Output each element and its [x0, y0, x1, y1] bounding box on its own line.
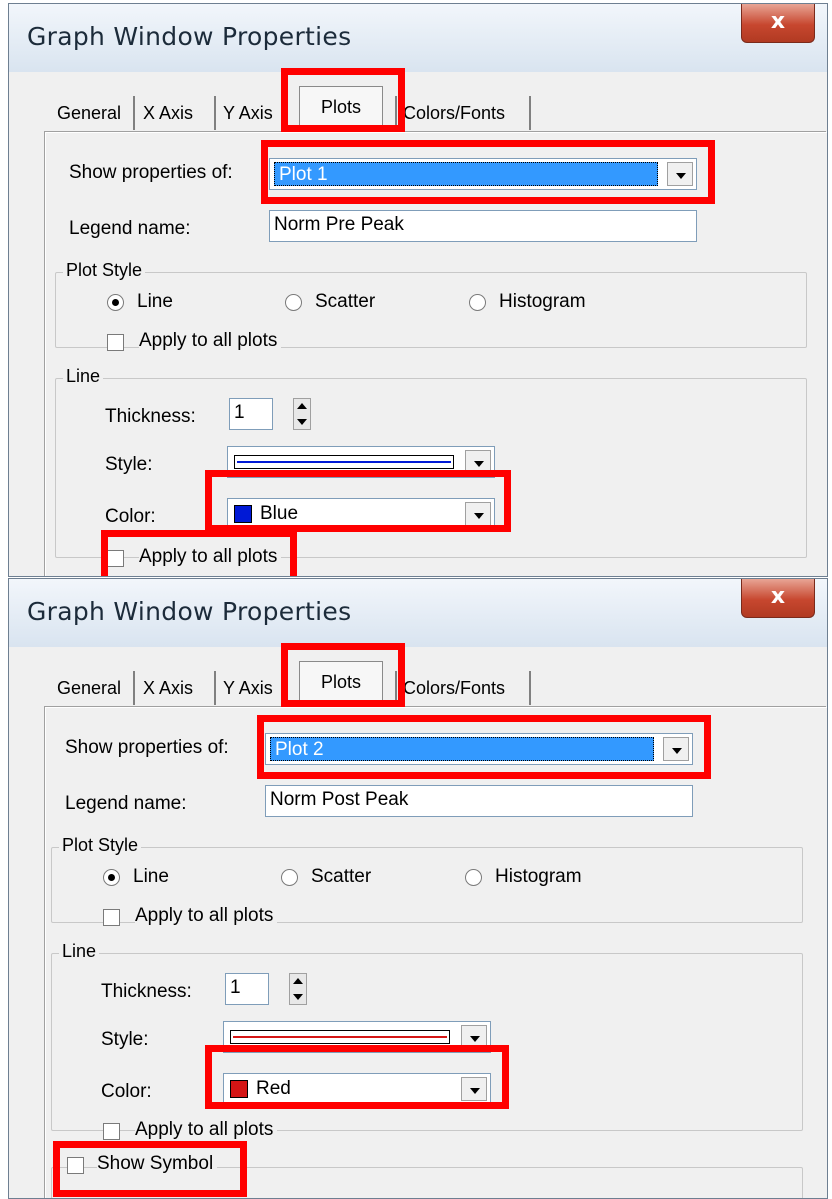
plot-style-group-label: Plot Style: [63, 260, 146, 281]
thickness-label: Thickness:: [101, 981, 192, 1002]
tab-plots[interactable]: Plots: [299, 661, 383, 708]
show-properties-select[interactable]: Plot 1: [269, 158, 697, 190]
window-title: Graph Window Properties: [27, 22, 352, 51]
tab-x-axis[interactable]: X Axis: [139, 671, 197, 705]
color-swatch: [230, 1080, 248, 1098]
show-symbol-checkbox[interactable]: [67, 1157, 84, 1174]
title-bar: Graph Window Properties x: [9, 4, 827, 72]
line-style-select[interactable]: [223, 1021, 491, 1053]
close-icon[interactable]: x: [741, 4, 815, 43]
close-icon[interactable]: x: [741, 579, 815, 618]
style-label: Style:: [105, 454, 153, 475]
apply-all-line-checkbox[interactable]: [103, 1123, 120, 1140]
line-color-select[interactable]: Blue: [227, 498, 495, 530]
color-label: Color:: [105, 506, 156, 527]
show-properties-value: Plot 2: [270, 737, 654, 761]
title-bar: Graph Window Properties x: [9, 579, 827, 647]
chevron-down-icon[interactable]: [663, 737, 689, 761]
legend-name-input[interactable]: Norm Post Peak: [265, 785, 693, 817]
tab-y-axis[interactable]: Y Axis: [219, 671, 277, 705]
chevron-down-icon[interactable]: [465, 450, 491, 474]
tab-divider: [395, 96, 397, 130]
radio-histogram-label: Histogram: [495, 866, 582, 887]
legend-name-label: Legend name:: [65, 793, 187, 814]
tab-colors-fonts[interactable]: Colors/Fonts: [399, 671, 509, 705]
radio-line[interactable]: [107, 294, 124, 311]
tab-general[interactable]: General: [53, 671, 125, 705]
apply-all-plot-style-checkbox[interactable]: [107, 334, 124, 351]
chevron-down-icon[interactable]: [667, 162, 693, 186]
line-color-select[interactable]: Red: [223, 1073, 491, 1105]
thickness-label: Thickness:: [105, 406, 196, 427]
tab-colors-fonts[interactable]: Colors/Fonts: [399, 96, 509, 130]
line-style-preview: [234, 455, 454, 469]
show-properties-label: Show properties of:: [65, 737, 229, 758]
apply-all-plot-style-label: Apply to all plots: [135, 905, 278, 927]
apply-all-line-checkbox[interactable]: [107, 550, 124, 567]
radio-line-label: Line: [137, 291, 173, 312]
show-symbol-label: Show Symbol: [97, 1153, 218, 1175]
radio-scatter[interactable]: [281, 869, 298, 886]
tab-general[interactable]: General: [53, 96, 125, 130]
color-value: Blue: [260, 503, 299, 524]
apply-all-plot-style-checkbox[interactable]: [103, 909, 120, 926]
radio-histogram-label: Histogram: [499, 291, 586, 312]
tab-divider: [529, 96, 531, 130]
radio-line-label: Line: [133, 866, 169, 887]
chevron-down-icon[interactable]: [461, 1025, 487, 1049]
line-group-label: Line: [59, 941, 100, 962]
radio-scatter-label: Scatter: [315, 291, 376, 312]
chevron-down-icon[interactable]: [465, 502, 491, 526]
plot-style-group-label: Plot Style: [59, 835, 142, 856]
chevron-down-icon[interactable]: [461, 1077, 487, 1101]
graph-window-properties-dialog-2: Graph Window Properties x General X Axis…: [8, 578, 828, 1199]
radio-histogram[interactable]: [469, 294, 486, 311]
radio-histogram[interactable]: [465, 869, 482, 886]
tab-divider: [214, 96, 216, 130]
dialog-panel: General X Axis Y Axis Plots Colors/Fonts…: [9, 72, 827, 576]
line-style-preview: [230, 1030, 450, 1044]
tab-y-axis[interactable]: Y Axis: [219, 96, 277, 130]
thickness-input[interactable]: 1: [229, 398, 273, 430]
apply-all-line-label: Apply to all plots: [135, 1119, 278, 1141]
tab-divider: [529, 671, 531, 705]
dialog-panel: General X Axis Y Axis Plots Colors/Fonts…: [9, 647, 827, 1198]
color-swatch: [234, 505, 252, 523]
radio-line[interactable]: [103, 869, 120, 886]
line-style-select[interactable]: [227, 446, 495, 478]
apply-all-line-label: Apply to all plots: [139, 546, 282, 568]
graph-window-properties-dialog-1: Graph Window Properties x General X Axis…: [8, 3, 828, 577]
thickness-input[interactable]: 1: [225, 973, 269, 1005]
tab-divider: [133, 96, 135, 130]
apply-all-plot-style-label: Apply to all plots: [139, 330, 282, 352]
show-properties-select[interactable]: Plot 2: [265, 733, 693, 765]
legend-name-input[interactable]: Norm Pre Peak: [269, 210, 697, 242]
color-value: Red: [256, 1078, 291, 1099]
tab-plots[interactable]: Plots: [299, 86, 383, 133]
tab-divider: [214, 671, 216, 705]
radio-scatter-label: Scatter: [311, 866, 372, 887]
show-properties-label: Show properties of:: [69, 162, 233, 183]
tab-divider: [133, 671, 135, 705]
thickness-spinner[interactable]: [293, 398, 311, 430]
line-group-label: Line: [63, 366, 104, 387]
thickness-spinner[interactable]: [289, 973, 307, 1005]
tab-x-axis[interactable]: X Axis: [139, 96, 197, 130]
color-label: Color:: [101, 1081, 152, 1102]
show-properties-value: Plot 1: [274, 162, 658, 186]
legend-name-label: Legend name:: [69, 218, 191, 239]
tab-divider: [395, 671, 397, 705]
radio-scatter[interactable]: [285, 294, 302, 311]
window-title: Graph Window Properties: [27, 597, 352, 626]
style-label: Style:: [101, 1029, 149, 1050]
